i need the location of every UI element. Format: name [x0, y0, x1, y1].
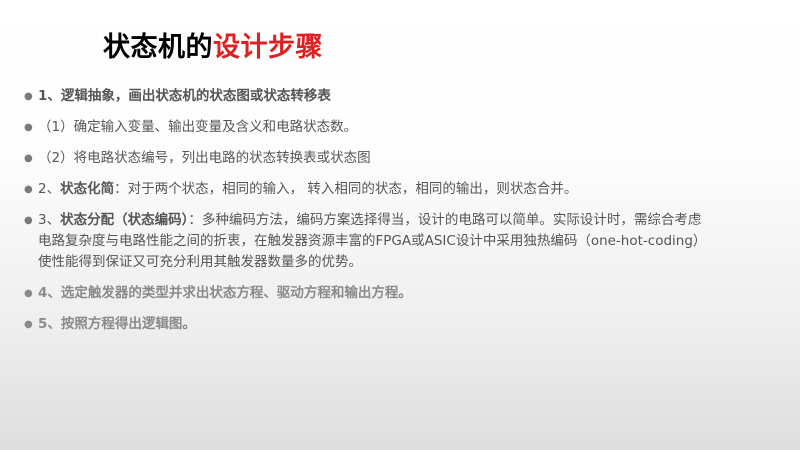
- bullet-text: 1、: [38, 88, 61, 104]
- title-part-black: 状态机的: [103, 32, 213, 63]
- slide: 状态机的设计步骤 ● 1、逻辑抽象，画出状态机的状态图或状态转移表 ● （1）确…: [0, 0, 800, 450]
- bullet-list: ● 1、逻辑抽象，画出状态机的状态图或状态转移表 ● （1）确定输入变量、输出变…: [24, 86, 704, 345]
- bullet-text: （2）将电路状态编号，列出电路的状态转换表或状态图: [38, 150, 371, 166]
- bullet-item-7: ● 5、按照方程得出逻辑图。: [24, 314, 704, 335]
- bullet-item-1: ● 1、逻辑抽象，画出状态机的状态图或状态转移表: [24, 86, 704, 107]
- bullet-dot-icon: ●: [24, 319, 33, 330]
- bullet-dot-icon: ●: [24, 122, 33, 133]
- bullet-text: 5、按照方程得出逻辑图。: [38, 316, 196, 332]
- bullet-dot-icon: ●: [24, 153, 33, 164]
- bullet-text: （1）确定输入变量、输出变量及含义和电路状态数。: [38, 119, 358, 135]
- bullet-bold-text: 状态分配（状态编码）: [60, 212, 189, 228]
- bullet-bold-text: 逻辑抽象，画出状态机的状态图或状态转移表: [60, 88, 331, 104]
- bullet-item-2: ● （1）确定输入变量、输出变量及含义和电路状态数。: [24, 117, 704, 138]
- title-part-red: 设计步骤: [213, 32, 323, 63]
- bullet-rest-text: ：对于两个状态，相同的输入， 转入相同的状态，相同的输出，则状态合并。: [114, 181, 578, 197]
- bullet-item-4: ● 2、状态化简：对于两个状态，相同的输入， 转入相同的状态，相同的输出，则状态…: [24, 179, 704, 200]
- bullet-item-5: ● 3、状态分配（状态编码）：多种编码方法，编码方案选择得当，设计的电路可以简单…: [24, 210, 704, 273]
- bullet-number: 3、: [38, 212, 61, 228]
- bullet-item-3: ● （2）将电路状态编号，列出电路的状态转换表或状态图: [24, 148, 704, 169]
- bullet-dot-icon: ●: [24, 215, 33, 226]
- bullet-number: 2、: [38, 181, 61, 197]
- bullet-dot-icon: ●: [24, 91, 33, 102]
- bullet-dot-icon: ●: [24, 184, 33, 195]
- slide-title: 状态机的设计步骤: [103, 28, 323, 68]
- bullet-text: 4、选定触发器的类型并求出状态方程、驱动方程和输出方程。: [38, 285, 412, 301]
- bullet-bold-text: 状态化简: [60, 181, 115, 197]
- bullet-dot-icon: ●: [24, 288, 33, 299]
- bullet-item-6: ● 4、选定触发器的类型并求出状态方程、驱动方程和输出方程。: [24, 283, 704, 304]
